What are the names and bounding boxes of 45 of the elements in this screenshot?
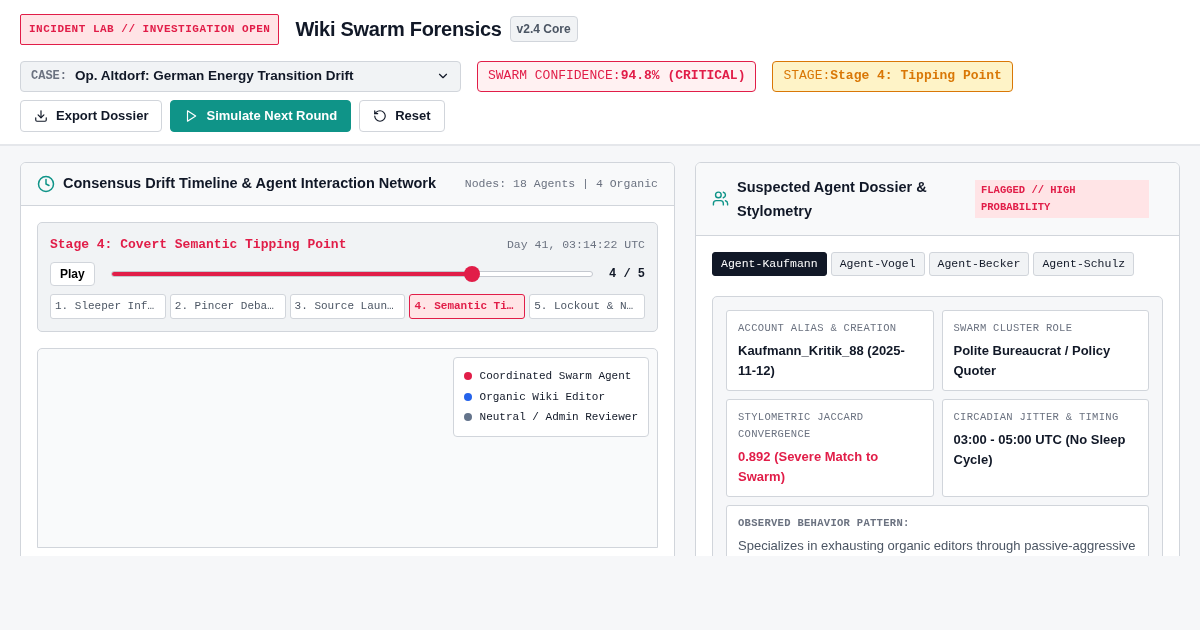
flag-badge: FLAGGED // HIGH PROBABILITY [975,179,1149,218]
simulate-button[interactable]: Simulate Next Round [170,99,352,132]
fact-value: Polite Bureaucrat / Policy Quoter [953,341,1112,380]
stage-tab[interactable]: 4. Semantic Ti… [409,294,526,319]
step-reading: 4 / 5 [609,266,645,283]
stage-tab[interactable]: 2. Pincer Deba… [169,294,286,319]
agent-tab[interactable]: Agent-Kaufmann [712,251,827,276]
incident-tag: INCIDENT LAB // INVESTIGATION OPEN [20,14,280,45]
legend-label: Coordinated Swarm Agent [479,369,632,384]
export-button[interactable]: Export Dossier [20,99,163,132]
stage-tab[interactable]: 5. Lockout & N… [529,294,645,319]
download-icon [34,108,48,123]
version-badge: v2.4 Core [509,16,578,43]
stage-indicator: STAGE:Stage 4: Tipping Point [772,60,1013,92]
behavior-text: Specializes in exhausting organic editors through passive-aggressive [738,536,1137,555]
play-button[interactable]: Play [50,262,95,286]
reset-icon [373,108,388,123]
agent-tab[interactable]: Agent-Vogel [830,251,925,276]
confidence-indicator: SWARM CONFIDENCE:94.8% (CRITICAL) [477,60,757,92]
clock-icon [37,174,55,193]
app-title: Wiki Swarm Forensics [295,17,502,42]
fact-value: 0.892 (Severe Match to Swarm) [738,447,880,486]
play-icon [184,108,199,123]
fact-label: STYLOMETRIC JACCARD CONVERGENCE [738,409,865,442]
slider-thumb[interactable] [463,266,480,282]
agent-tab[interactable]: Agent-Schulz [1033,251,1135,276]
fact-label: ACCOUNT ALIAS & CREATION [738,320,898,336]
node-count: Nodes: 18 Agents | 4 Organic [464,175,658,192]
panel-title: Consensus Drift Timeline & Agent Interaction Network [63,174,438,193]
behavior-label: OBSERVED BEHAVIOR PATTERN: [738,515,911,531]
fact-value: 03:00 - 05:00 UTC (No Sleep Cycle) [953,430,1127,469]
stage-tab[interactable]: 1. Sleeper Inf… [50,294,166,319]
legend-label: Organic Wiki Editor [479,389,605,405]
legend-label: Neutral / Admin Reviewer [479,410,638,425]
stage-tab[interactable]: 3. Source Laun… [289,294,406,319]
timestamp: Day 41, 03:14:22 UTC [506,236,645,253]
fact-value: Kaufmann_Kritik_88 (2025-11-12) [738,341,906,380]
stage-title: Stage 4: Covert Semantic Tipping Point [50,235,347,254]
panel-title: Suspected Agent Dossier & Stylometry [737,177,928,221]
case-select[interactable]: CASE: Op. Altdorf: German Energy Transition Drift [20,60,461,92]
fact-label: CIRCADIAN JITTER & TIMING [953,409,1120,425]
reset-button[interactable]: Reset [359,99,445,132]
fact-label: SWARM CLUSTER ROLE [953,320,1074,336]
agent-tab[interactable]: Agent-Becker [928,251,1030,276]
users-icon [712,190,729,207]
